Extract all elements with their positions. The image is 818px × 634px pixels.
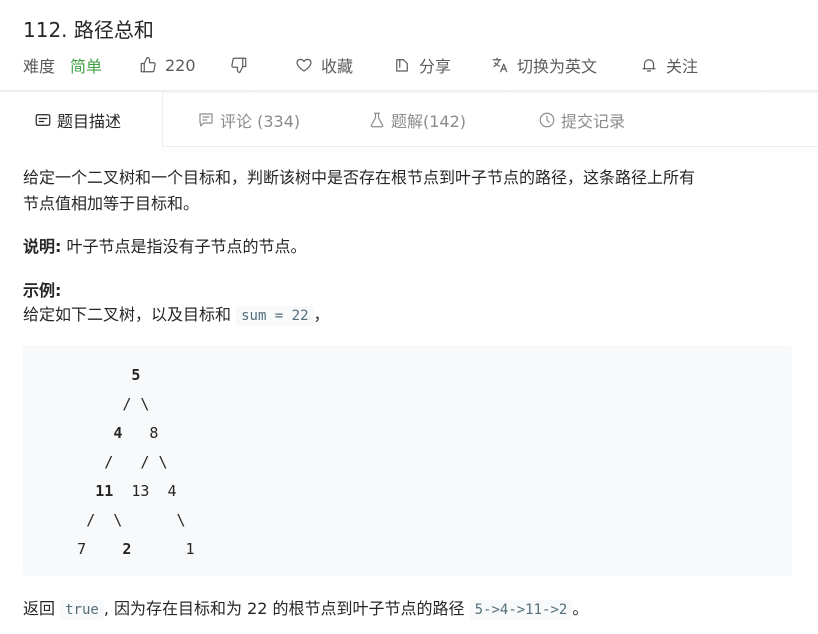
difficulty-value: 简单 [70,57,103,76]
problem-header: 112. 路径总和 难度 简单 220 收藏 分享 切换为英文 关注 [0,0,818,92]
translate-button[interactable]: 切换为英文 [491,53,597,77]
example-heading: 示例: [23,281,62,300]
tree-line: 7 2 1 [23,540,195,558]
problem-title: 112. 路径总和 [23,18,154,42]
tab-comments-label: 评论 (334) [220,111,301,131]
result-paragraph: 返回 true, 因为存在目标和为 22 的根节点到叶子节点的路径 5->4->… [23,596,588,623]
tree-line: / \ [23,395,150,413]
tree-line: / \ \ [23,511,186,529]
follow-label: 关注 [666,57,699,76]
clock-icon [539,112,555,127]
like-button[interactable]: 220 [139,53,196,77]
share-label: 分享 [419,57,452,76]
tree-code-block: 5 / \ 4 8 / / \ 11 13 4 / \ \ 7 2 1 [23,345,792,576]
result-value-code: true [60,600,104,620]
note-paragraph: 说明: 叶子节点是指没有子节点的节点。 [23,234,307,259]
share-icon [396,59,408,72]
result-end: 。 [572,599,589,618]
note-text: 叶子节点是指没有子节点的节点。 [61,237,307,256]
like-count: 220 [165,55,196,75]
tree-line: 11 13 4 [95,482,177,500]
bell-icon [642,59,656,72]
example-intro: 给定如下二叉树，以及目标和 sum = 22， [23,302,330,329]
tree-line: / / \ [23,453,168,471]
tab-description-label: 题目描述 [57,112,122,131]
dislike-button[interactable] [230,53,248,77]
heart-icon [296,58,312,72]
follow-button[interactable]: 关注 [640,53,698,77]
description-line-1: 给定一个二叉树和一个目标和，判断该树中是否存在根节点到叶子节点的路径，这条路径上… [23,168,696,187]
tab-submissions[interactable]: 提交记录 [538,92,625,147]
description-line-2: 节点值相加等于目标和。 [23,194,200,213]
comment-icon [199,112,213,127]
difficulty-label: 难度 [23,57,56,76]
description-icon [35,114,51,126]
thumbs-down-icon [231,57,247,74]
result-path-code: 5->4->11->2 [469,600,573,620]
tab-submissions-label: 提交记录 [561,111,626,131]
tab-solutions[interactable]: 题解(142) [368,92,466,147]
result-middle: , 因为存在目标和为 22 的根节点到叶子节点的路径 [103,599,470,618]
tab-description[interactable]: 题目描述 [0,92,163,148]
favorite-button[interactable]: 收藏 [295,53,353,77]
example-sum-code: sum = 22 [236,306,314,326]
note-label: 说明: [23,237,62,256]
tree-line: 4 8 [113,424,159,442]
translate-icon [492,57,508,73]
tab-bar: 题目描述 评论 (334) 题解(142) 提交记录 [0,92,818,148]
result-prefix: 返回 [23,599,61,618]
tab-comments[interactable]: 评论 (334) [197,92,300,147]
tab-solutions-label: 题解(142) [391,111,467,131]
example-intro-end: ， [313,305,330,324]
favorite-label: 收藏 [321,57,354,76]
share-button[interactable]: 分享 [393,53,451,77]
flask-icon [370,112,384,127]
translate-label: 切换为英文 [517,57,598,76]
thumbs-up-icon [140,56,156,73]
example-intro-text: 给定如下二叉树，以及目标和 [23,305,237,324]
tree-line: 5 [131,366,141,384]
